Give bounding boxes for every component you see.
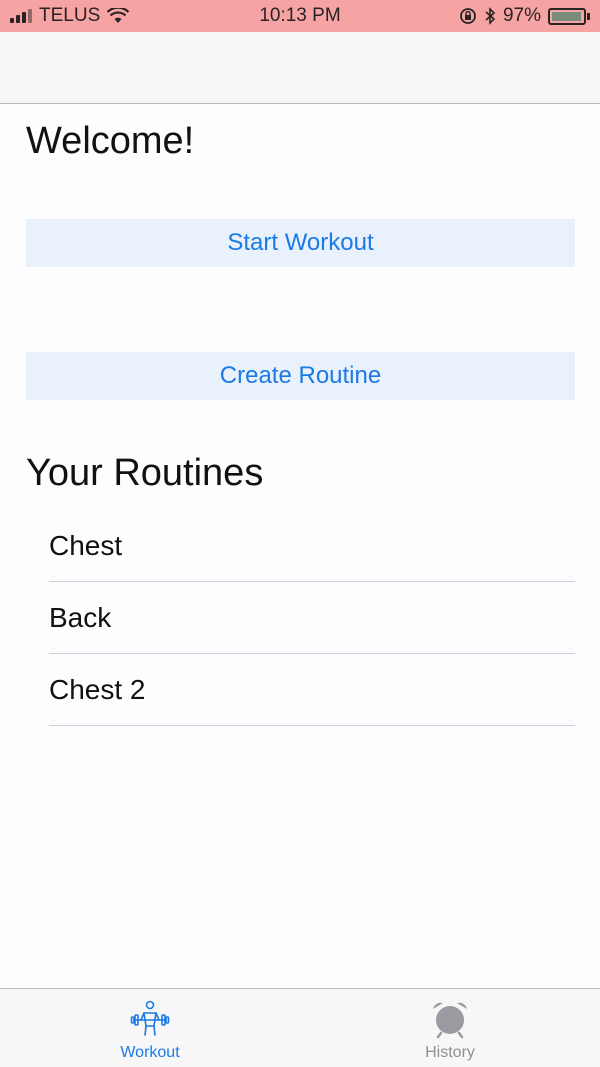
tab-history-label: History — [425, 1044, 475, 1061]
routine-item-back[interactable]: Back — [49, 582, 575, 654]
signal-icon — [10, 9, 32, 23]
bluetooth-icon — [485, 7, 496, 25]
tab-workout-label: Workout — [120, 1044, 180, 1061]
app-screen: TELUS 10:13 PM 97% Welcome! Start Workou… — [0, 0, 600, 1067]
battery-percent: 97% — [502, 5, 541, 26]
routine-item-chest[interactable]: Chest — [49, 510, 575, 582]
navigation-bar — [0, 32, 600, 104]
start-workout-button[interactable]: Start Workout — [26, 219, 575, 267]
status-left: TELUS — [10, 5, 130, 27]
weightlifter-icon — [130, 1000, 170, 1036]
routine-item-chest-2[interactable]: Chest 2 — [49, 654, 575, 726]
alarm-clock-icon — [433, 1002, 467, 1039]
carrier-label: TELUS — [39, 5, 101, 26]
page-title: Welcome! — [26, 120, 195, 162]
status-bar: TELUS 10:13 PM 97% — [0, 0, 600, 32]
wifi-icon — [107, 8, 130, 23]
tab-workout[interactable]: Workout — [0, 989, 300, 1067]
tab-history[interactable]: History — [300, 989, 600, 1067]
battery-icon — [548, 7, 590, 25]
routine-list: Chest Back Chest 2 — [49, 510, 575, 726]
tab-bar: Workout History — [0, 988, 600, 1067]
orientation-lock-icon — [460, 8, 476, 24]
status-right: 97% — [459, 5, 590, 27]
create-routine-button[interactable]: Create Routine — [26, 352, 575, 400]
routines-heading: Your Routines — [26, 452, 264, 494]
